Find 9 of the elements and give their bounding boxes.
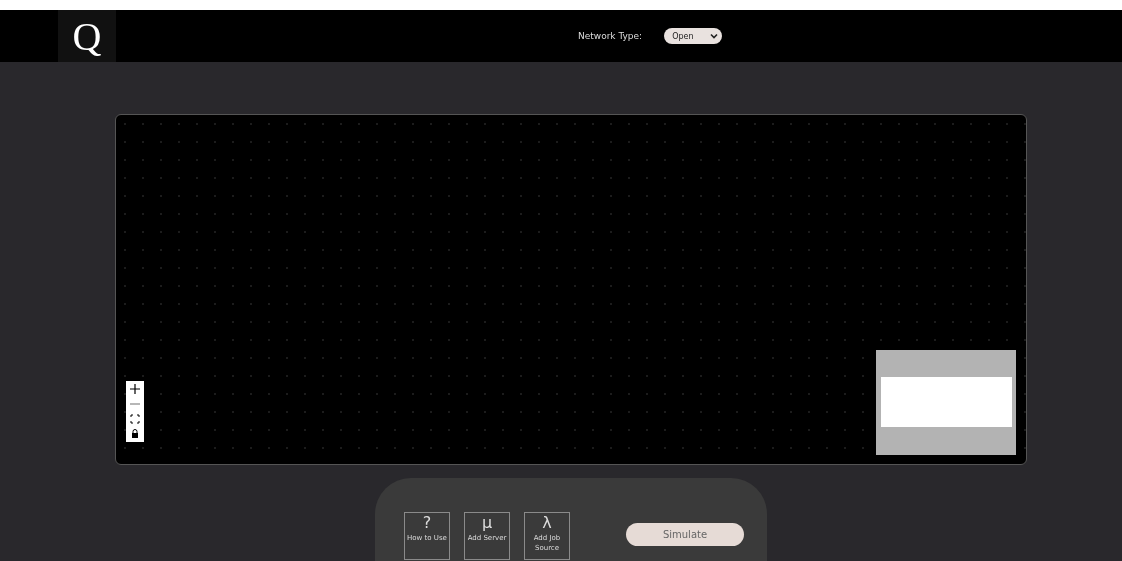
- logo: Q: [58, 10, 116, 62]
- fit-view-icon[interactable]: [130, 414, 140, 424]
- network-type-label: Network Type:: [578, 31, 643, 41]
- canvas[interactable]: [115, 114, 1027, 465]
- simulate-button[interactable]: Simulate: [626, 523, 744, 546]
- network-type-select[interactable]: Open: [664, 28, 723, 44]
- lock-icon[interactable]: [130, 429, 140, 439]
- chevron-down-icon: [710, 32, 719, 40]
- zoom-in-icon[interactable]: [130, 384, 140, 394]
